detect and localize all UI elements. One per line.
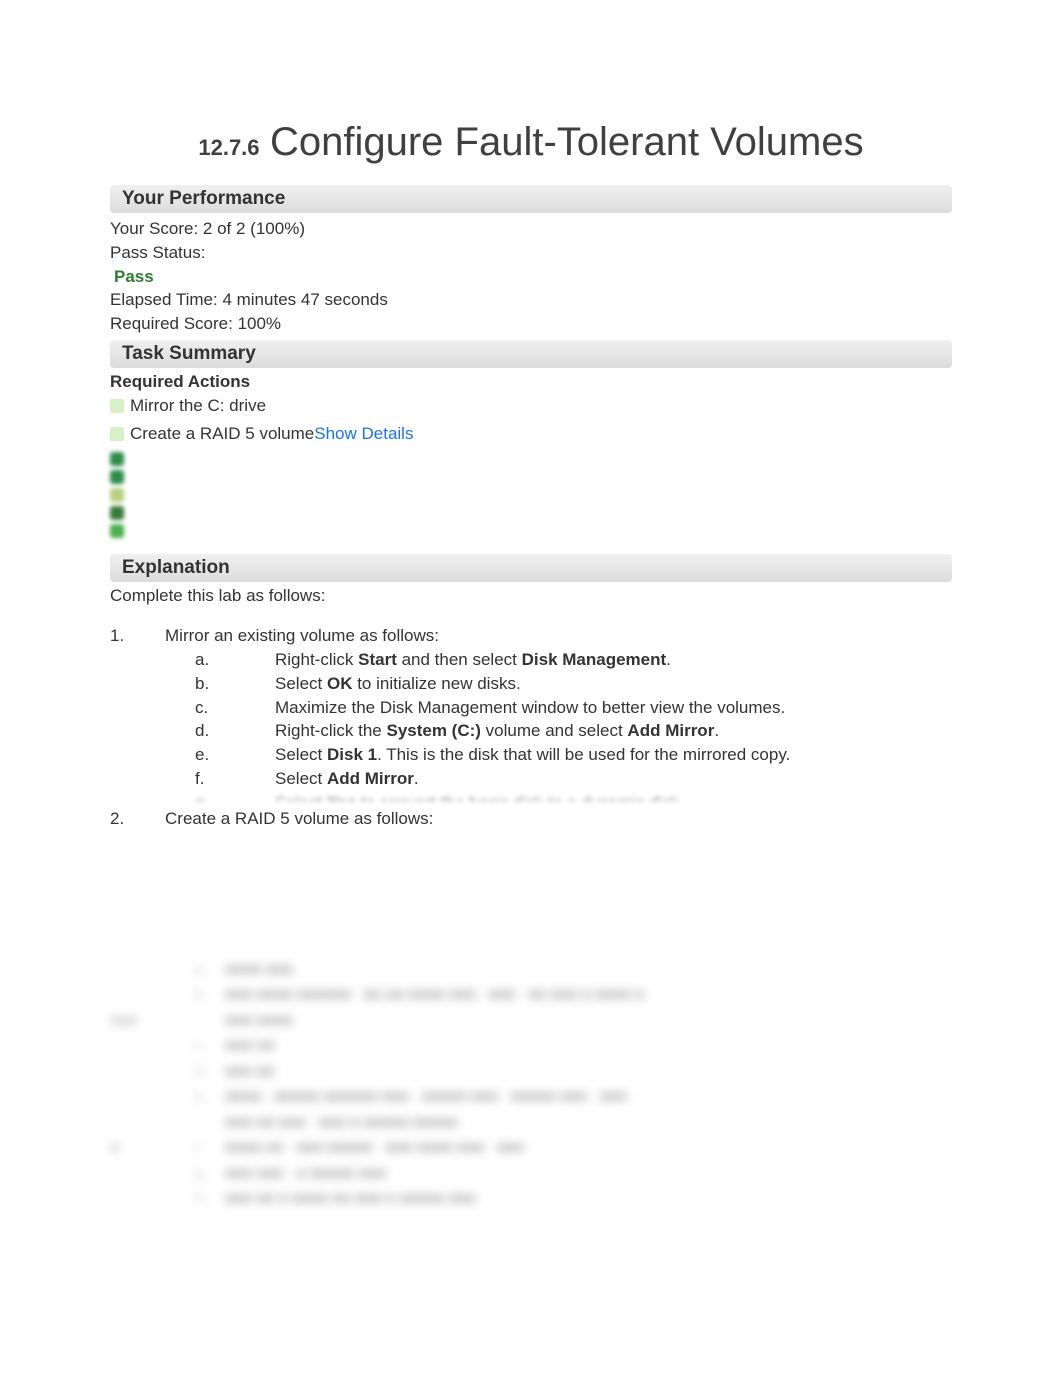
required-actions-label: Required Actions [110,372,952,392]
obscured-icon [110,488,124,502]
substep-marker: a. [195,648,225,672]
task-summary-header: Task Summary [110,340,952,368]
check-icon [110,427,124,441]
performance-header: Your Performance [110,185,952,213]
explanation-intro: Complete this lab as follows: [110,586,952,606]
elapsed-time: Elapsed Time: 4 minutes 47 seconds [110,288,952,312]
substep-text: Maximize the Disk Management window to b… [275,696,952,720]
substep-item: c. Maximize the Disk Management window t… [165,696,952,720]
substep-text: Select Disk 1. This is the disk that wil… [275,743,952,767]
explanation-header: Explanation [110,554,952,582]
performance-block: Your Score: 2 of 2 (100%) Pass Status: P… [110,217,952,336]
steps-list: 1. Mirror an existing volume as follows:… [110,626,952,829]
required-score: Required Score: 100% [110,312,952,336]
substep-item: f. Select Add Mirror. [165,767,952,791]
pass-value: Pass [114,265,952,289]
substep-text: Select OK to initialize new disks. [275,672,952,696]
pass-label: Pass Status: [110,243,205,262]
substep-item: d. Right-click the System (C:) volume an… [165,719,952,743]
check-icon [110,399,124,413]
step-text: Mirror an existing volume as follows: [165,626,439,645]
action-row: Create a RAID 5 volumeShow Details [110,424,1062,444]
step-number: 2. [110,809,165,829]
step-text: Create a RAID 5 volume as follows: [165,809,433,828]
substep-text: Right-click the System (C:) volume and s… [275,719,952,743]
action-row: Mirror the C: drive [110,396,1062,416]
substep-text: Select Add Mirror. [275,767,952,791]
title-text: Configure Fault-Tolerant Volumes [270,120,864,164]
score-line: Your Score: 2 of 2 (100%) [110,217,952,241]
substep-item: b. Select OK to initialize new disks. [165,672,952,696]
step-item: 2. Create a RAID 5 volume as follows: [110,809,952,829]
title-number: 12.7.6 [198,135,259,160]
substep-marker: e. [195,743,225,767]
step-item: 1. Mirror an existing volume as follows:… [110,626,952,801]
substeps-list: a. Right-click Start and then select Dis… [165,648,952,801]
obscured-icon [110,524,124,538]
show-details-link[interactable]: Show Details [314,424,413,444]
substep-text: Right-click Start and then select Disk M… [275,648,952,672]
substep-item-obscured: g. Select Yes to convert the basic disk … [165,791,952,801]
substep-marker: b. [195,672,225,696]
substep-marker: f. [195,767,225,791]
action-text: Mirror the C: drive [130,396,266,416]
substep-marker: c. [195,696,225,720]
action-text: Create a RAID 5 volume [130,424,314,444]
obscured-icon [110,470,124,484]
obscured-content [110,452,1062,538]
obscured-icon [110,452,124,466]
substep-item: e. Select Disk 1. This is the disk that … [165,743,952,767]
obscured-content-block: a.■■■■ ■■■ b.■■■ ■■■■ ■■■■■■ ■■ ■■ ■■■■ … [110,959,952,1211]
step-number: 1. [110,626,165,801]
page-title: 12.7.6 Configure Fault-Tolerant Volumes [0,120,1062,165]
obscured-icon [110,506,124,520]
substep-item: a. Right-click Start and then select Dis… [165,648,952,672]
substep-marker: d. [195,719,225,743]
